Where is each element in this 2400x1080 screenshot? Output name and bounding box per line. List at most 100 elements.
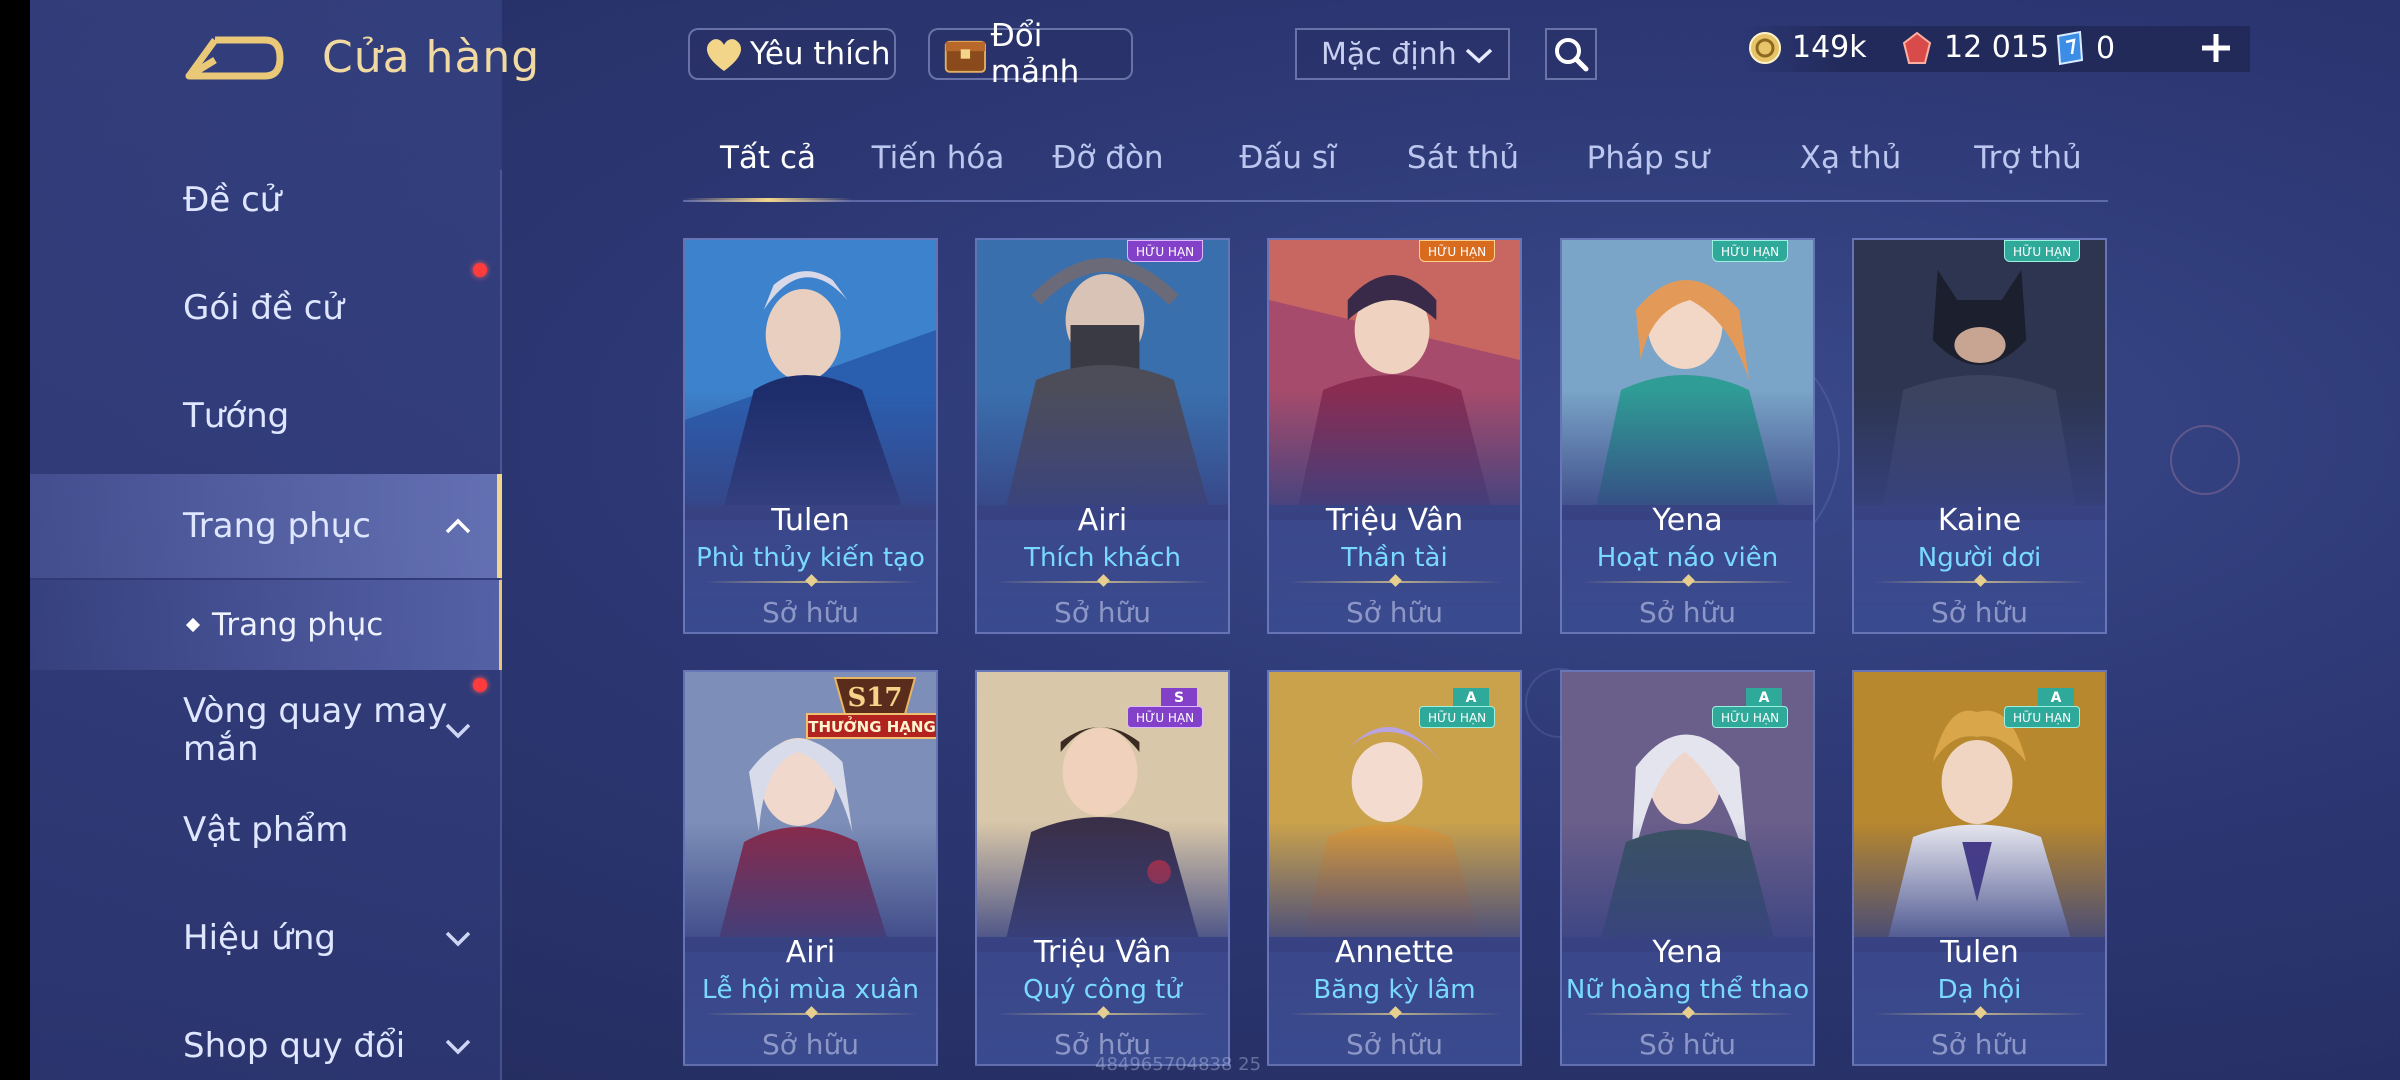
- skin-card[interactable]: S HỮU HẠN Triệu Vân Quý công tử Sở hữu: [975, 670, 1230, 1066]
- limited-badge: HỮU HẠN: [1419, 706, 1496, 728]
- hero-name: Yena: [1652, 503, 1723, 538]
- gold-balance: 149k: [1748, 30, 1867, 65]
- tab-fighter[interactable]: Đấu sĩ: [1223, 140, 1353, 200]
- card-shade: [1854, 822, 2105, 952]
- token-balance: 0: [2054, 30, 2115, 66]
- card-shade: [1562, 390, 1813, 520]
- card-shade: [1562, 822, 1813, 952]
- skin-name: Hoạt náo viên: [1596, 543, 1779, 573]
- skin-card[interactable]: S17 THƯỞNG HẠNG Airi Lễ hội mùa xuân Sở …: [683, 670, 938, 1066]
- sidebar-subitem-skins[interactable]: Trang phục: [30, 580, 502, 670]
- sidebar-item-heroes[interactable]: Tướng: [30, 366, 502, 466]
- favorites-label: Yêu thích: [750, 36, 891, 72]
- gold-coin-icon: [1749, 31, 1781, 64]
- skin-card[interactable]: A HỮU HẠN Annette Băng kỳ lâm Sở hữu: [1267, 670, 1522, 1066]
- divider-gem-icon: [1682, 574, 1695, 587]
- skin-card[interactable]: A HỮU HẠN Yena Nữ hoàng thể thao Sở hữu: [1560, 670, 1815, 1066]
- chevron-up-icon: [445, 518, 471, 534]
- divider-gem-icon: [1097, 574, 1110, 587]
- owned-status: Sở hữu: [1930, 596, 2029, 629]
- tier-a-badge: A: [1453, 688, 1489, 708]
- limited-badge: HỮU HẠN: [1419, 240, 1496, 262]
- ticket-icon: [2056, 30, 2084, 66]
- search-button[interactable]: [1545, 28, 1597, 80]
- skin-card[interactable]: HỮU HẠN Kaine Người dơi Sở hữu: [1852, 238, 2107, 634]
- sidebar-item-recommended-bundles[interactable]: Gói đề cử: [30, 258, 502, 358]
- card-shade: [685, 390, 936, 520]
- exchange-fragments-button[interactable]: Đổi mảnh: [928, 18, 1133, 90]
- hero-name: Yena: [1652, 935, 1723, 970]
- card-shade: [1269, 822, 1520, 952]
- skin-card[interactable]: HỮU HẠN Triệu Vân Thần tài Sở hữu: [1267, 238, 1522, 634]
- sidebar-item-items[interactable]: Vật phẩm: [30, 780, 502, 880]
- sidebar-item-recommended[interactable]: Đề cử: [30, 150, 502, 250]
- rank-reward-badge: S17 THƯỞNG HẠNG: [806, 677, 936, 739]
- skin-card[interactable]: HỮU HẠN Airi Thích khách Sở hữu: [975, 238, 1230, 634]
- tab-all[interactable]: Tất cả: [683, 140, 853, 202]
- owned-status: Sở hữu: [1345, 596, 1444, 629]
- sidebar-item-skins[interactable]: Trang phục: [30, 474, 502, 578]
- sidebar-item-label: Đề cử: [183, 180, 282, 220]
- skin-name: Thích khách: [1024, 543, 1181, 573]
- tabs-baseline: [683, 200, 2108, 202]
- search-icon: [1555, 38, 1589, 72]
- svg-text:S17: S17: [848, 683, 903, 713]
- sidebar-item-lucky-wheel[interactable]: Vòng quay may mắn: [30, 675, 502, 785]
- tab-tank[interactable]: Đỡ đòn: [1043, 140, 1173, 200]
- tab-mage[interactable]: Pháp sư: [1578, 140, 1718, 200]
- divider-gem-icon: [1682, 1006, 1695, 1019]
- heart-icon: [706, 39, 742, 71]
- favorites-button[interactable]: Yêu thích: [688, 28, 896, 80]
- sidebar-item-label: Trang phục: [183, 506, 371, 546]
- tab-support[interactable]: Trợ thủ: [1963, 140, 2093, 200]
- page-title: Cửa hàng: [322, 32, 541, 83]
- skin-name: Người dơi: [1917, 543, 2042, 573]
- sidebar-item-exchange-shop[interactable]: Shop quy đổi: [30, 996, 502, 1080]
- tab-assassin[interactable]: Sát thủ: [1398, 140, 1528, 200]
- skin-card[interactable]: A HỮU HẠN Tulen Dạ hội Sở hữu: [1852, 670, 2107, 1066]
- limited-badge: HỮU HẠN: [1712, 706, 1789, 728]
- card-shade: [1269, 390, 1520, 520]
- skin-name: Thần tài: [1341, 543, 1448, 573]
- skin-card[interactable]: Tulen Phù thủy kiến tạo Sở hữu: [683, 238, 938, 634]
- top-up-button[interactable]: [2196, 28, 2236, 68]
- hero-name: Kaine: [1937, 503, 2022, 538]
- chevron-down-icon: [445, 931, 471, 947]
- divider-gem-icon: [1974, 1006, 1987, 1019]
- skin-name: Nữ hoàng thể thao: [1565, 975, 1810, 1005]
- divider-gem-icon: [1389, 1006, 1402, 1019]
- sort-value: Mặc định: [1321, 36, 1457, 72]
- hero-name: Airi: [785, 935, 836, 970]
- exchange-label: Đổi mảnh: [990, 18, 1080, 90]
- tab-marksman[interactable]: Xạ thủ: [1788, 140, 1913, 200]
- skin-name: Quý công tử: [1023, 975, 1182, 1005]
- skin-name: Băng kỳ lâm: [1313, 975, 1476, 1005]
- divider-gem-icon: [1097, 1006, 1110, 1019]
- skin-card[interactable]: HỮU HẠN Yena Hoạt náo viên Sở hữu: [1560, 238, 1815, 634]
- sort-dropdown[interactable]: Mặc định: [1295, 28, 1510, 80]
- owned-status: Sở hữu: [1345, 1028, 1444, 1061]
- tab-evolution[interactable]: Tiến hóa: [863, 140, 1013, 200]
- card-shade: [685, 822, 936, 952]
- hero-name: Airi: [1077, 503, 1128, 538]
- owned-status: Sở hữu: [1638, 1028, 1737, 1061]
- divider-gem-icon: [805, 1006, 818, 1019]
- tier-a-badge: A: [1746, 688, 1782, 708]
- voucher-balance: 12 015: [1900, 30, 2049, 65]
- card-shade: [977, 390, 1228, 520]
- chevron-down-icon: [445, 1039, 471, 1055]
- divider-gem-icon: [805, 574, 818, 587]
- limited-badge: HỮU HẠN: [1127, 240, 1204, 262]
- sidebar-item-label: Gói đề cử: [183, 288, 344, 328]
- ruby-icon: [1902, 31, 1932, 64]
- tier-s-badge: S: [1161, 688, 1197, 708]
- back-button[interactable]: [185, 30, 285, 86]
- hero-name: Triệu Vân: [1325, 503, 1464, 538]
- owned-status: Sở hữu: [761, 1028, 860, 1061]
- owned-status: Sở hữu: [1930, 1028, 2029, 1061]
- plus-icon: [2202, 34, 2230, 62]
- limited-badge: HỮU HẠN: [2004, 706, 2081, 728]
- chevron-down-icon: [445, 723, 471, 739]
- limited-badge: HỮU HẠN: [2004, 240, 2081, 262]
- sidebar-item-effects[interactable]: Hiệu ứng: [30, 888, 502, 988]
